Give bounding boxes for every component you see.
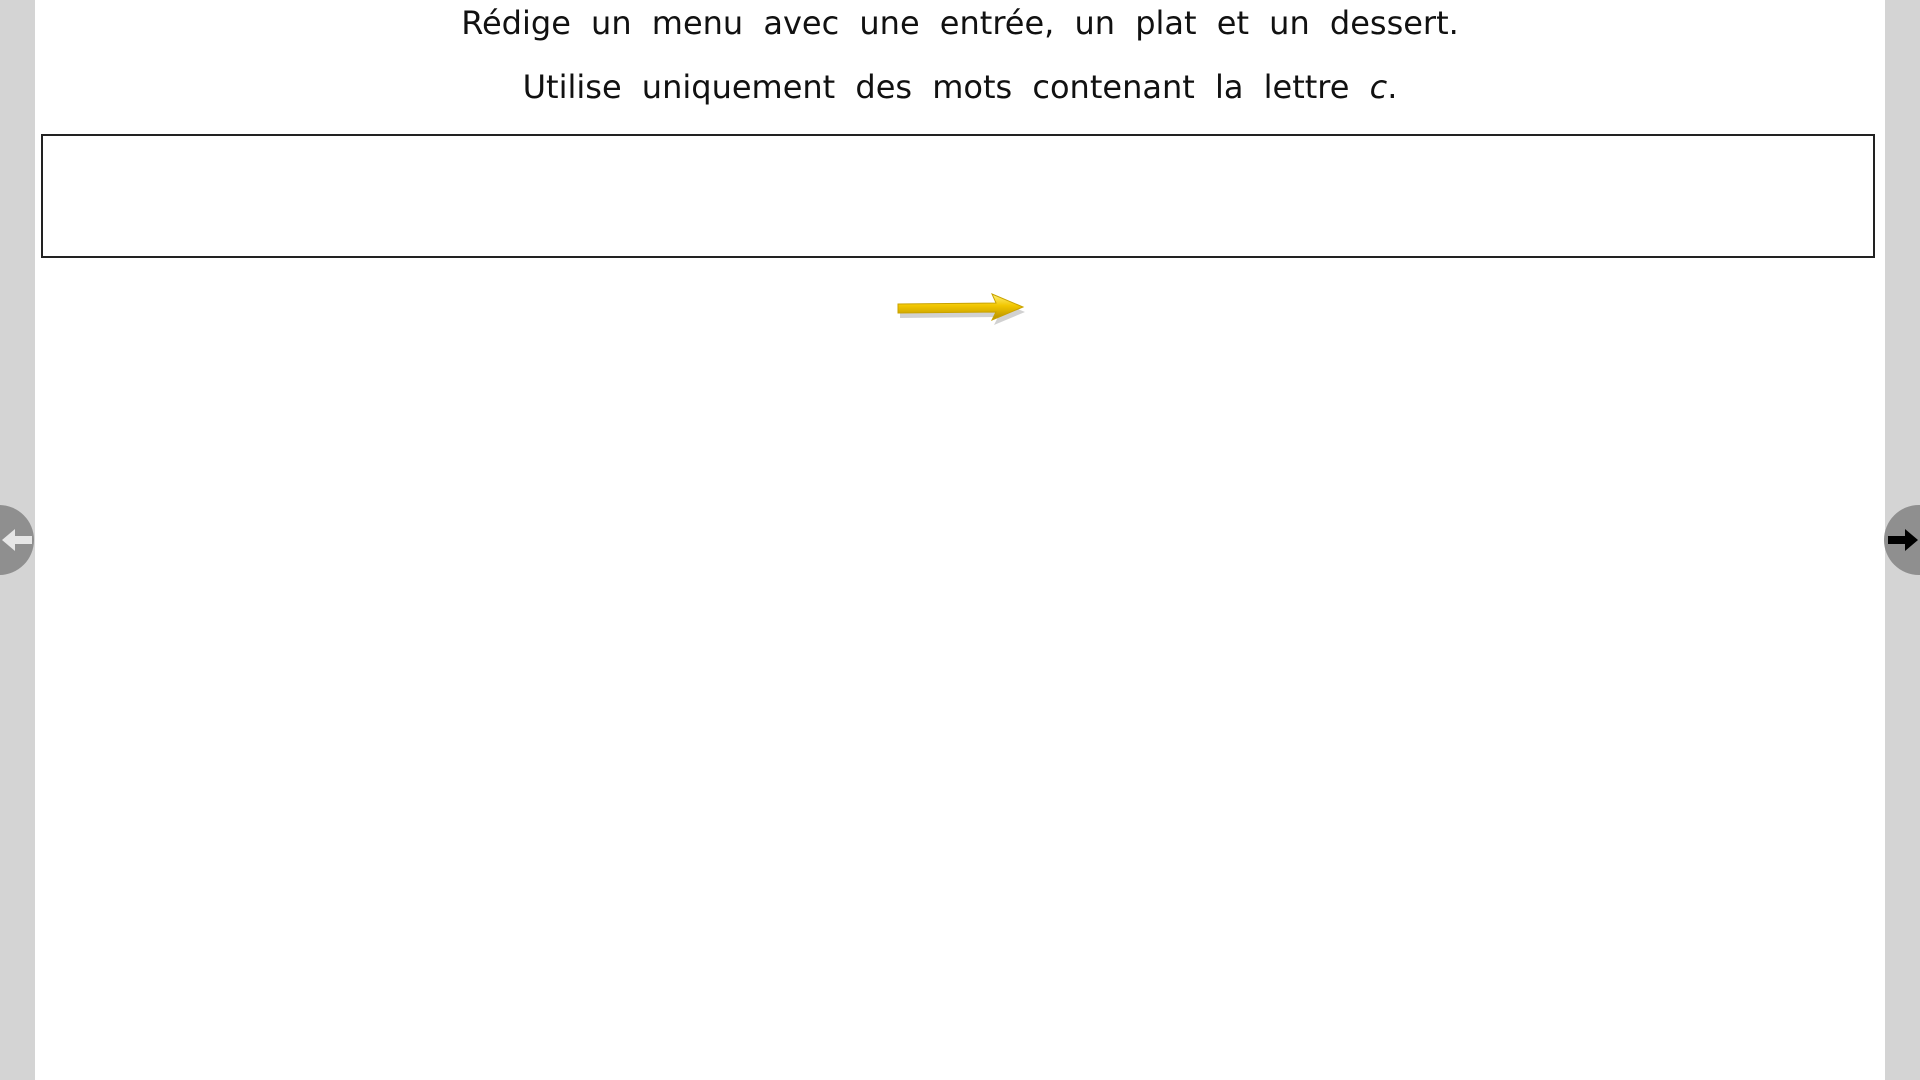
instruction-line-1: Rédige un menu avec une entrée, un plat … — [461, 4, 1459, 42]
instruction-line-2-prefix: Utilise uniquement des mots contenant la… — [522, 68, 1370, 106]
instruction-letter: c — [1369, 68, 1388, 106]
continue-arrow-button[interactable] — [895, 290, 1025, 326]
next-page-button[interactable] — [1884, 505, 1920, 575]
answer-input[interactable] — [41, 134, 1875, 258]
yellow-arrow-right-icon — [897, 293, 1025, 325]
exercise-page: Rédige un menu avec une entrée, un plat … — [35, 0, 1885, 1080]
instruction-line-2-suffix: . — [1387, 68, 1398, 106]
instruction-line-2: Utilise uniquement des mots contenant la… — [35, 68, 1885, 106]
previous-page-button[interactable] — [0, 505, 34, 575]
arrow-right-icon — [1888, 529, 1918, 551]
arrow-left-icon — [2, 529, 32, 551]
